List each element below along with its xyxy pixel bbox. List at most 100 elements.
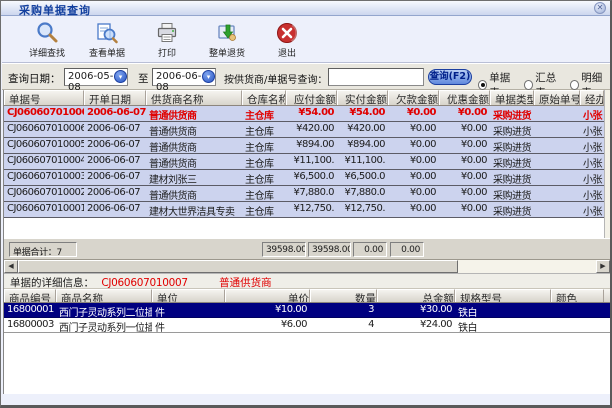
document-row[interactable]: CJ0606070100072006-06-07普通供货商主仓库¥54.00¥5… bbox=[4, 106, 610, 122]
date-to-picker-icon[interactable]: ▾ bbox=[202, 70, 215, 83]
supplier-search-input[interactable] bbox=[328, 68, 424, 86]
column-header[interactable]: 仓库名称 bbox=[242, 90, 286, 105]
cell: 主仓库 bbox=[242, 202, 286, 217]
toolbar: 详细查找 查看单据 bbox=[2, 17, 610, 63]
column-header[interactable]: 开单日期 bbox=[84, 90, 146, 105]
cell: CJ060607010004 bbox=[4, 154, 84, 169]
printer-icon bbox=[155, 21, 179, 45]
cell: 铁白 bbox=[455, 303, 551, 317]
detail-search-button[interactable]: 详细查找 bbox=[24, 21, 70, 61]
cell: 2006-06-07 bbox=[84, 106, 146, 121]
supplier-search-label: 按供货商/单据号查询： bbox=[224, 71, 327, 86]
cell: 普通供货商 bbox=[146, 122, 242, 137]
column-header[interactable]: 优惠金额 bbox=[439, 90, 490, 105]
cell: 2006-06-07 bbox=[84, 138, 146, 153]
cell: 采购进货 bbox=[490, 170, 534, 185]
document-summary-bar: 单据合计：7 39598.00 39598.00 0.00 0.00 bbox=[4, 238, 610, 260]
cell: 采购进货 bbox=[490, 106, 534, 121]
document-row[interactable]: CJ0606070100022006-06-07普通供货商主仓库¥7,880.0… bbox=[4, 186, 610, 202]
cell bbox=[534, 186, 580, 201]
cell: 采购进货 bbox=[490, 186, 534, 201]
scroll-left-icon[interactable]: ◀ bbox=[4, 260, 18, 273]
cell: 2006-06-07 bbox=[84, 186, 146, 201]
discount-total-box: 0.00 bbox=[390, 242, 424, 257]
column-header[interactable]: 商品名称 bbox=[56, 289, 152, 302]
detail-items-table: 商品编号商品名称单位单价数量总金额规格型号颜色 16800001西门子灵动系列二… bbox=[4, 289, 610, 372]
payable-total-box: 39598.00 bbox=[262, 242, 306, 257]
cell: ¥0.00 bbox=[388, 122, 439, 137]
cell: 4 bbox=[310, 318, 377, 332]
detail-info-label: 单据的详细信息： bbox=[10, 277, 94, 289]
document-row[interactable]: CJ0606070100042006-06-07普通供货商主仓库¥11,100.… bbox=[4, 154, 610, 170]
content-area: 单据号开单日期供货商名称仓库名称应付金额实付金额欠款金额优惠金额单据类型原始单号… bbox=[3, 90, 611, 394]
print-button[interactable]: 打印 bbox=[144, 21, 190, 61]
return-order-button[interactable]: 整单退货 bbox=[204, 21, 250, 61]
cell: 普通供货商 bbox=[146, 186, 242, 201]
document-row[interactable]: CJ0606070100012006-06-07建材大世界洁具专卖主仓库¥12,… bbox=[4, 202, 610, 218]
column-header[interactable]: 单位 bbox=[152, 289, 225, 302]
cell: ¥11,100. bbox=[337, 154, 388, 169]
cell bbox=[534, 202, 580, 217]
query-button[interactable]: 查询(F2) bbox=[428, 69, 472, 85]
toolbar-button-label: 整单退货 bbox=[209, 46, 245, 59]
column-header[interactable]: 应付金额 bbox=[286, 90, 337, 105]
date-from-picker-icon[interactable]: ▾ bbox=[114, 70, 127, 83]
column-header[interactable]: 供货商名称 bbox=[146, 90, 242, 105]
cell: 小张 bbox=[580, 122, 604, 137]
radio-icon bbox=[570, 80, 579, 90]
search-icon bbox=[35, 21, 59, 45]
purchase-query-window: 采购单据查询 ✕ 详细查找 查看单据 bbox=[0, 0, 612, 408]
cell: ¥30.00 bbox=[377, 303, 455, 317]
item-row[interactable]: 16800001西门子灵动系列二位插件¥10.003¥30.00铁白 bbox=[4, 303, 610, 318]
column-header[interactable]: 原始单号 bbox=[534, 90, 580, 105]
main-table-body: CJ0606070100072006-06-07普通供货商主仓库¥54.00¥5… bbox=[4, 106, 610, 238]
cell: ¥10.00 bbox=[225, 303, 310, 317]
cell bbox=[534, 170, 580, 185]
cell: ¥0.00 bbox=[439, 154, 490, 169]
scrollbar-thumb[interactable] bbox=[18, 260, 458, 273]
document-row[interactable]: CJ0606070100032006-06-07建材刘张三主仓库¥6,500.0… bbox=[4, 170, 610, 186]
cell: 采购进货 bbox=[490, 138, 534, 153]
cell: 建材刘张三 bbox=[146, 170, 242, 185]
view-document-icon bbox=[95, 21, 119, 45]
cell: ¥0.00 bbox=[439, 106, 490, 121]
column-header[interactable]: 商品编号 bbox=[4, 289, 56, 302]
exit-button[interactable]: 退出 bbox=[264, 21, 310, 61]
cell: 铁白 bbox=[455, 318, 551, 332]
radio-icon bbox=[478, 80, 487, 90]
column-header[interactable]: 单据类型 bbox=[490, 90, 534, 105]
document-row[interactable]: CJ0606070100052006-06-07普通供货商主仓库¥894.00¥… bbox=[4, 138, 610, 154]
cell: 主仓库 bbox=[242, 154, 286, 169]
detail-table-header: 商品编号商品名称单位单价数量总金额规格型号颜色 bbox=[4, 289, 610, 303]
window-title: 采购单据查询 bbox=[19, 2, 91, 18]
toolbar-button-label: 查看单据 bbox=[89, 46, 125, 59]
item-row[interactable]: 16800003西门子灵动系列一位插件¥6.004¥24.00铁白 bbox=[4, 318, 610, 333]
cell bbox=[534, 154, 580, 169]
cell: ¥24.00 bbox=[377, 318, 455, 332]
bottom-strip bbox=[1, 394, 610, 407]
cell: ¥0.00 bbox=[439, 138, 490, 153]
column-header[interactable]: 单价 bbox=[225, 289, 310, 302]
cell: 2006-06-07 bbox=[84, 170, 146, 185]
column-header[interactable]: 规格型号 bbox=[455, 289, 551, 302]
column-header[interactable]: 单据号 bbox=[4, 90, 84, 105]
cell: ¥11,100. bbox=[286, 154, 337, 169]
column-header[interactable]: 总金额 bbox=[377, 289, 455, 302]
column-header[interactable]: 颜色 bbox=[551, 289, 604, 302]
cell: CJ060607010003 bbox=[4, 170, 84, 185]
radio-icon bbox=[524, 80, 533, 90]
column-header[interactable]: 实付金额 bbox=[337, 90, 388, 105]
horizontal-scrollbar: ◀ ▶ bbox=[4, 260, 610, 274]
document-row[interactable]: CJ0606070100062006-06-07普通供货商主仓库¥420.00¥… bbox=[4, 122, 610, 138]
close-icon[interactable]: ✕ bbox=[594, 2, 606, 14]
detail-table-body: 16800001西门子灵动系列二位插件¥10.003¥30.00铁白168000… bbox=[4, 303, 610, 372]
column-header[interactable]: 数量 bbox=[310, 289, 377, 302]
view-document-button[interactable]: 查看单据 bbox=[84, 21, 130, 61]
exit-icon bbox=[275, 21, 299, 45]
scroll-right-icon[interactable]: ▶ bbox=[596, 260, 610, 273]
column-header[interactable]: 欠款金额 bbox=[388, 90, 439, 105]
cell: 2006-06-07 bbox=[84, 154, 146, 169]
vertical-scrollbar[interactable] bbox=[604, 90, 610, 238]
cell: ¥6.00 bbox=[225, 318, 310, 332]
column-header[interactable]: 经办人 bbox=[580, 90, 604, 105]
